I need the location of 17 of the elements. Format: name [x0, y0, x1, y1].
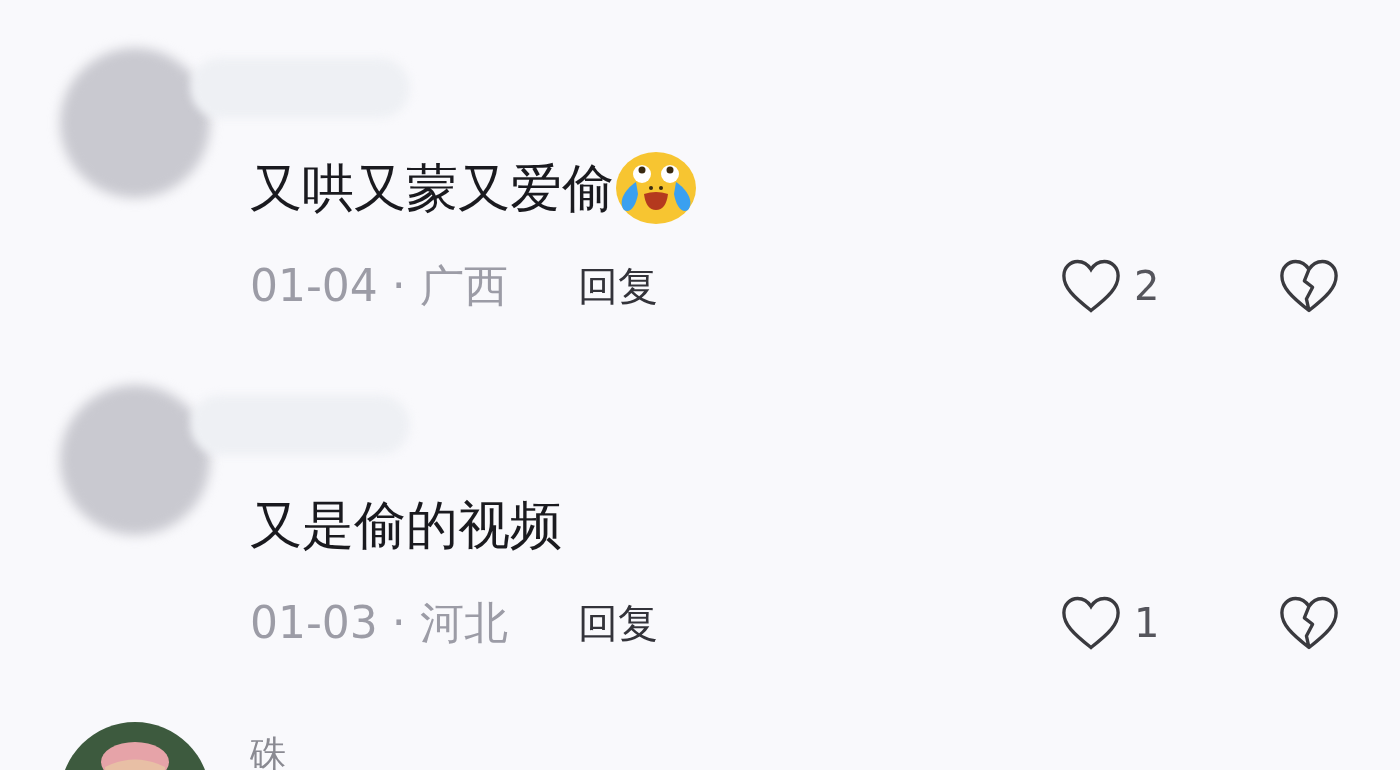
heart-icon[interactable] [1060, 594, 1122, 652]
comment-text: 又是偷的视频 [250, 494, 562, 557]
location-label: 广西 [419, 259, 508, 313]
separator-dot: · [391, 259, 406, 313]
like-count: 2 [1134, 262, 1160, 311]
broken-heart-icon[interactable] [1278, 257, 1340, 315]
separator-dot: · [391, 596, 406, 650]
location-label: 河北 [419, 596, 508, 650]
crying-laughing-emoji-icon [614, 150, 698, 226]
comment-text: 又哄又蒙又爱偷 [250, 157, 614, 220]
broken-heart-icon[interactable] [1278, 594, 1340, 652]
comment-date: 01-04 [250, 259, 378, 313]
comment-date: 01-03 [250, 596, 378, 650]
reply-link[interactable]: 回复 [577, 256, 658, 316]
heart-icon[interactable] [1060, 257, 1122, 315]
reply-link[interactable]: 回复 [577, 593, 658, 653]
like-count: 1 [1134, 599, 1160, 648]
